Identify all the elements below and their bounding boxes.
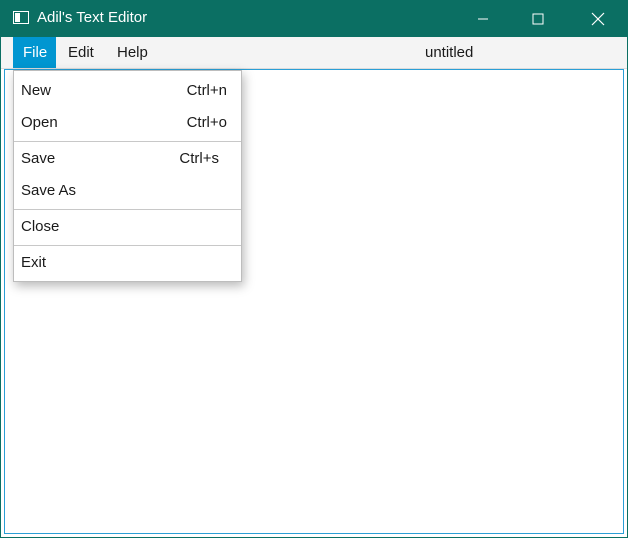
menu-separator (14, 209, 241, 210)
menu-item-open[interactable]: Open Ctrl+o (14, 107, 241, 139)
menu-item-label: Save (21, 150, 56, 167)
app-window-icon (13, 11, 29, 24)
menu-item-shortcut: Ctrl+o (186, 114, 227, 131)
file-menu-dropdown: New Ctrl+n Open Ctrl+o Save Ctrl+s Save … (13, 70, 242, 282)
maximize-button[interactable] (515, 0, 561, 37)
menu-item-label: Close (21, 218, 60, 235)
minimize-icon (478, 18, 488, 19)
menu-item-shortcut: Ctrl+s (179, 150, 219, 167)
menu-item-label: Open (21, 114, 58, 131)
window-title: Adil's Text Editor (37, 9, 148, 26)
editor-window: Adil's Text Editor File Edit Help untitl… (0, 0, 628, 538)
menu-item-close[interactable]: Close (14, 211, 241, 243)
menu-item-exit[interactable]: Exit (14, 247, 241, 279)
title-bar[interactable]: Adil's Text Editor (1, 0, 627, 37)
menu-bar: File Edit Help untitled (1, 37, 627, 69)
minimize-button[interactable] (460, 0, 506, 37)
menu-separator (14, 245, 241, 246)
menu-item-save-as[interactable]: Save As (14, 175, 241, 207)
menu-item-save[interactable]: Save Ctrl+s (14, 143, 241, 175)
close-icon (591, 12, 605, 25)
menu-separator (14, 141, 241, 142)
menu-item-shortcut: Ctrl+n (186, 82, 227, 99)
menu-item-label: New (21, 82, 52, 99)
maximize-icon (532, 13, 544, 24)
menu-file[interactable]: File (13, 37, 56, 68)
close-button[interactable] (575, 0, 621, 37)
menu-item-label: Save As (21, 182, 77, 199)
document-name: untitled (425, 44, 474, 61)
menu-item-new[interactable]: New Ctrl+n (14, 75, 241, 107)
menu-item-label: Exit (21, 254, 47, 271)
menu-help[interactable]: Help (107, 37, 158, 68)
menu-edit[interactable]: Edit (58, 37, 104, 68)
